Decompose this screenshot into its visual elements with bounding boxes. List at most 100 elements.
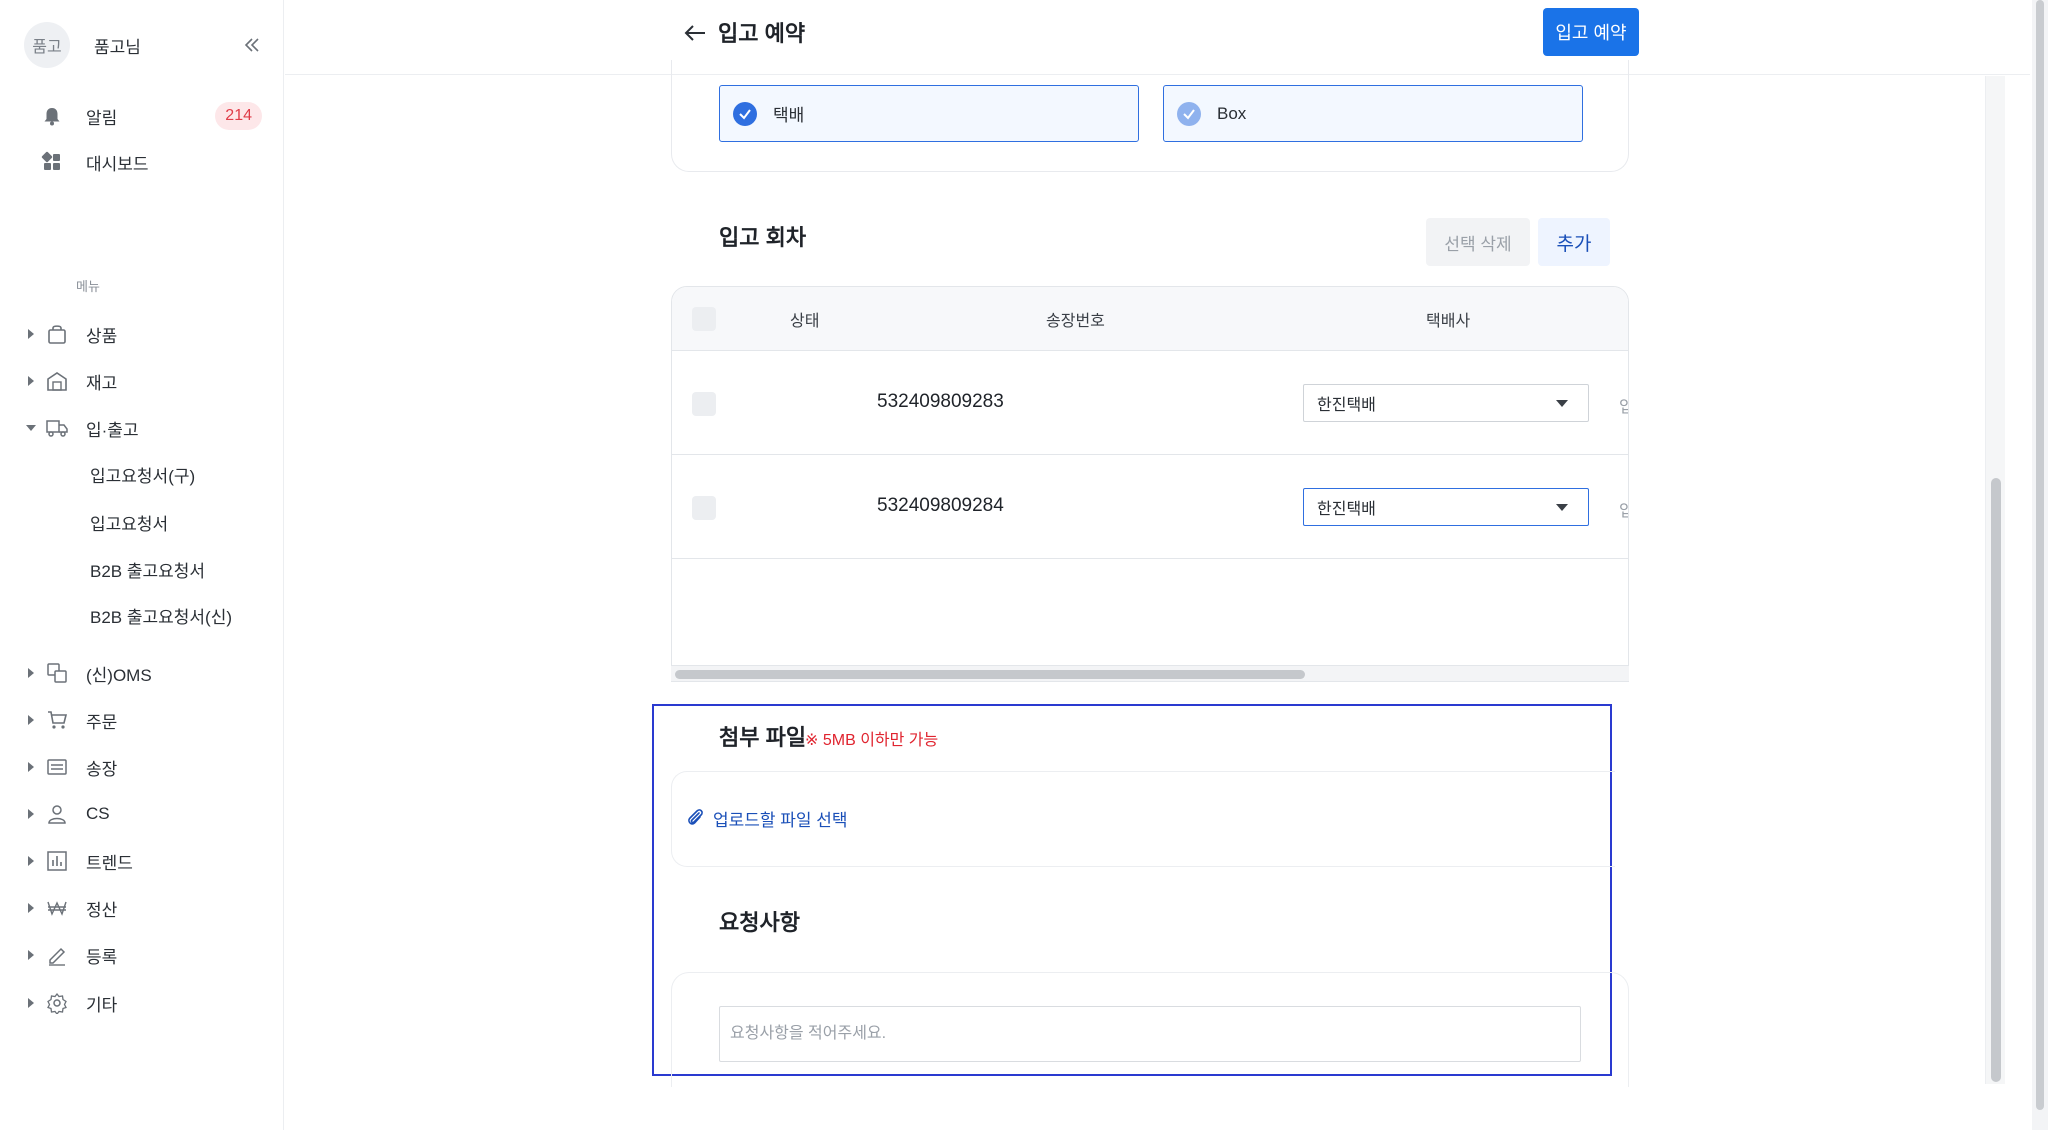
option-box[interactable]: Box — [1163, 85, 1583, 142]
sidebar-item-inbound-outbound[interactable]: 입·출고 — [26, 410, 266, 446]
caret-right-icon — [26, 985, 36, 1021]
check-circle-icon — [733, 101, 757, 126]
back-button[interactable] — [680, 18, 710, 48]
table-header: 상태 송장번호 택배사 — [672, 287, 1628, 351]
page-title: 입고 예약 — [718, 21, 806, 46]
sidebar-item-label: 주문 — [86, 712, 118, 732]
upload-file-link[interactable]: 업로드할 파일 선택 — [685, 805, 848, 831]
table-horizontal-scrollbar[interactable] — [671, 666, 1629, 682]
delete-selected-button[interactable]: 선택 삭제 — [1426, 218, 1530, 266]
window-vertical-scrollbar[interactable] — [2032, 0, 2048, 1130]
sidebar-item-settlement[interactable]: 정산 — [26, 890, 266, 926]
upload-link-label: 업로드할 파일 선택 — [713, 810, 848, 830]
inbound-reserve-button[interactable]: 입고 예약 — [1543, 8, 1639, 56]
sidebar-item-cs[interactable]: CS — [26, 796, 266, 832]
sidebar-item-invoices[interactable]: 송장 — [26, 749, 266, 785]
sidebar-item-label: 재고 — [86, 373, 118, 393]
sidebar-item-products[interactable]: 상품 — [26, 316, 266, 352]
profile: 품고 품고님 — [24, 20, 264, 70]
person-icon — [44, 801, 70, 827]
caret-right-icon — [26, 937, 36, 973]
row-checkbox[interactable] — [692, 392, 716, 416]
paperclip-icon — [688, 809, 703, 825]
caret-right-icon — [26, 843, 36, 879]
sidebar-item-label: 대시보드 — [86, 154, 149, 174]
sidebar-item-label: (신)OMS — [86, 665, 152, 685]
column-header-invoice: 송장번호 — [1046, 313, 1105, 330]
add-round-button[interactable]: 추가 — [1538, 218, 1610, 266]
column-header-status: 상태 — [790, 313, 820, 330]
sidebar-subitem-b2b-outbound-request-new[interactable]: B2B 출고요청서(신) — [90, 599, 232, 631]
sidebar-item-dashboard[interactable]: 대시보드 — [36, 144, 264, 180]
carrier-select-value: 한진택배 — [1317, 501, 1376, 518]
sidebar-item-label: 트렌드 — [86, 853, 133, 873]
sidebar-item-etc[interactable]: 기타 — [26, 985, 266, 1021]
collapse-sidebar-button[interactable] — [240, 33, 264, 57]
table-row: 532409809283 한진택배 입 — [672, 351, 1628, 455]
bag-icon — [44, 321, 70, 347]
sidebar-item-label: 입·출고 — [86, 420, 139, 440]
caret-right-icon — [26, 749, 36, 785]
sidebar-item-oms[interactable]: (신)OMS — [26, 655, 266, 691]
scrollbar-thumb[interactable] — [675, 670, 1305, 679]
cart-icon — [44, 707, 70, 733]
file-size-note: ※ 5MB 이하만 가능 — [805, 732, 939, 749]
menu-caption: 메뉴 — [76, 279, 100, 294]
double-chevron-left-icon — [244, 38, 259, 52]
gear-icon — [44, 990, 70, 1016]
request-input[interactable] — [719, 1006, 1581, 1062]
scrollbar-thumb[interactable] — [2036, 0, 2044, 1110]
caret-right-icon — [26, 316, 36, 352]
pencil-icon — [44, 942, 70, 968]
sidebar-item-label: 정산 — [86, 900, 118, 920]
sidebar-subitem-inbound-request-old[interactable]: 입고요청서(구) — [90, 458, 195, 490]
swap-icon — [44, 660, 70, 686]
caret-right-icon — [26, 702, 36, 738]
truck-icon — [44, 415, 70, 441]
sidebar-item-label: 송장 — [86, 759, 118, 779]
row-checkbox[interactable] — [692, 496, 716, 520]
option-parcel[interactable]: 택배 — [719, 85, 1139, 142]
sidebar: 품고 품고님 알림 214 대시보드 메뉴 상품 재고 입·출고 입고요청서(구… — [0, 0, 284, 1130]
sidebar-item-orders[interactable]: 주문 — [26, 702, 266, 738]
option-label: 택배 — [773, 106, 805, 125]
column-header-carrier: 택배사 — [1426, 313, 1471, 330]
inbound-rounds-table: 상태 송장번호 택배사 532409809283 한진택배 입 53240980… — [671, 286, 1629, 666]
sidebar-subitem-b2b-outbound-request[interactable]: B2B 출고요청서 — [90, 553, 205, 585]
sidebar-item-register[interactable]: 등록 — [26, 937, 266, 973]
carrier-select[interactable]: 한진택배 — [1303, 384, 1589, 422]
sidebar-item-inventory[interactable]: 재고 — [26, 363, 266, 399]
caret-right-icon — [26, 655, 36, 691]
sidebar-item-label: CS — [86, 804, 110, 823]
sidebar-item-notifications[interactable]: 알림 214 — [36, 98, 264, 134]
content-vertical-scrollbar[interactable] — [1985, 76, 2005, 1084]
dropdown-arrow-icon — [1556, 400, 1568, 407]
invoice-number: 532409809284 — [877, 495, 1004, 516]
carrier-select-value: 한진택배 — [1317, 397, 1376, 414]
bell-icon — [36, 100, 68, 132]
carrier-select[interactable]: 한진택배 — [1303, 488, 1589, 526]
sidebar-item-label: 등록 — [86, 947, 118, 967]
option-label: Box — [1217, 103, 1247, 123]
request-title: 요청사항 — [719, 910, 800, 935]
attachment-title: 첨부 파일 — [719, 725, 807, 750]
arrow-left-icon — [684, 25, 705, 41]
bar-chart-icon — [44, 848, 70, 874]
caret-right-icon — [26, 890, 36, 926]
dashboard-icon — [36, 146, 68, 178]
avatar: 품고 — [24, 22, 70, 68]
caret-down-icon — [26, 410, 36, 446]
select-all-checkbox[interactable] — [692, 307, 716, 331]
scrollbar-thumb[interactable] — [1991, 478, 2001, 1082]
sidebar-item-label: 상품 — [86, 326, 118, 346]
caret-right-icon — [26, 796, 36, 832]
caret-right-icon — [26, 363, 36, 399]
sidebar-item-label: 기타 — [86, 995, 118, 1015]
sidebar-item-label: 알림 — [86, 108, 118, 128]
notification-count-badge: 214 — [215, 102, 262, 130]
invoice-number: 532409809283 — [877, 391, 1004, 412]
truncated-cell: 입 — [1619, 393, 1628, 417]
sidebar-item-trends[interactable]: 트렌드 — [26, 843, 266, 879]
won-icon — [44, 895, 70, 921]
sidebar-subitem-inbound-request[interactable]: 입고요청서 — [90, 506, 168, 538]
